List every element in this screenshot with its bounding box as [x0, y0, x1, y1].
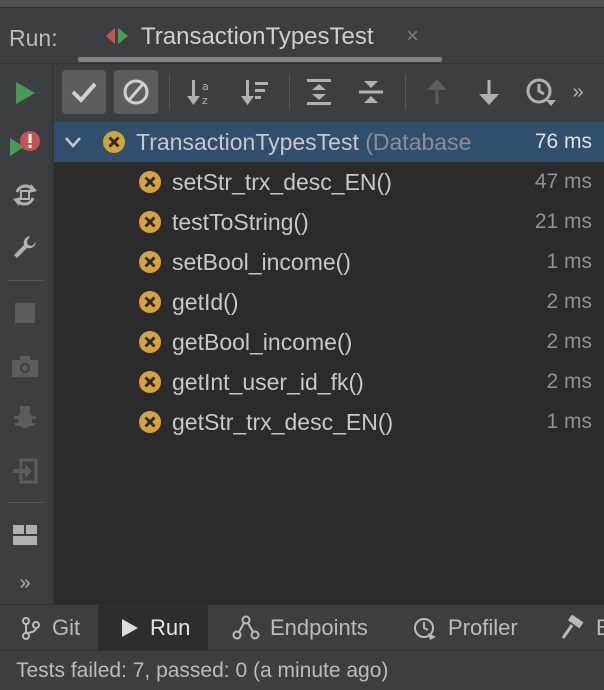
- svg-text:a: a: [202, 80, 209, 93]
- camera-icon: [8, 349, 42, 383]
- test-failed-icon: [139, 411, 161, 433]
- status-text: Tests failed: 7, passed: 0 (a minute ago…: [16, 659, 389, 682]
- left-toolbar: »: [0, 64, 53, 604]
- toolbar-more-icon[interactable]: »: [563, 70, 593, 114]
- test-time: 2 ms: [546, 370, 592, 393]
- window-top-strip: [0, 0, 604, 8]
- profiler-icon: [414, 618, 436, 640]
- test-failed-icon: [103, 131, 125, 153]
- test-row[interactable]: testToString() 21 ms: [54, 202, 604, 242]
- test-toolbar: az »: [53, 64, 604, 122]
- next-failed-icon[interactable]: [467, 70, 511, 114]
- toolbar-separator: [289, 74, 290, 110]
- endpoints-icon: [232, 615, 260, 640]
- svg-text:z: z: [202, 94, 208, 107]
- test-history-icon[interactable]: [519, 70, 563, 114]
- test-suite-title: TransactionTypesTest: [136, 129, 359, 155]
- left-toolbar-separator: [8, 280, 44, 281]
- test-row[interactable]: getId() 2 ms: [54, 282, 604, 322]
- wrench-icon[interactable]: [8, 230, 42, 264]
- test-row[interactable]: setBool_income() 1 ms: [54, 242, 604, 282]
- left-toolbar-separator: [8, 502, 44, 503]
- test-name: getBool_income(): [172, 329, 353, 355]
- test-failed-icon: [139, 331, 161, 353]
- test-row[interactable]: getStr_trx_desc_EN() 1 ms: [54, 402, 604, 442]
- tab-title: TransactionTypesTest: [141, 23, 374, 50]
- build-icon: [561, 615, 584, 639]
- test-results-tree: TransactionTypesTest (Database 76 ms set…: [54, 122, 604, 604]
- tab-git-label: Git: [52, 615, 81, 640]
- test-time: 21 ms: [534, 210, 592, 233]
- git-branch-icon: [22, 617, 40, 640]
- test-row[interactable]: getInt_user_id_fk() 2 ms: [54, 362, 604, 402]
- show-passed-icon[interactable]: [62, 70, 106, 114]
- tool-window-bar: Git Run Endpoints Profiler B: [0, 604, 604, 651]
- tab-profiler[interactable]: Profiler: [408, 605, 522, 651]
- test-name: getInt_user_id_fk(): [172, 369, 364, 395]
- tab-build[interactable]: B: [556, 605, 604, 651]
- tab-git[interactable]: Git: [14, 605, 86, 651]
- previous-failed-icon: [415, 70, 459, 114]
- tab-active-underline: [78, 57, 442, 62]
- test-failed-icon: [139, 291, 161, 313]
- tab-profiler-label: Profiler: [448, 615, 518, 640]
- test-suite-row[interactable]: TransactionTypesTest (Database 76 ms: [54, 122, 604, 162]
- test-failed-icon: [139, 251, 161, 273]
- test-suite-name: TransactionTypesTest (Database: [136, 129, 471, 156]
- test-failed-icon: [139, 371, 161, 393]
- tab-close-icon[interactable]: ×: [406, 23, 419, 49]
- tab-endpoints[interactable]: Endpoints: [228, 605, 372, 651]
- test-name: getId(): [172, 289, 239, 315]
- tab-build-label: B: [596, 615, 604, 640]
- layout-icon[interactable]: [8, 518, 42, 552]
- test-failed-icon: [139, 171, 161, 193]
- debug-icon: [8, 400, 42, 434]
- test-row[interactable]: getBool_income() 2 ms: [54, 322, 604, 362]
- toggle-auto-test-icon[interactable]: [8, 178, 42, 212]
- test-time: 1 ms: [546, 250, 592, 273]
- tab-transaction-types-test[interactable]: TransactionTypesTest ×: [78, 8, 442, 64]
- tab-run[interactable]: Run: [98, 605, 208, 651]
- chevron-down-icon[interactable]: [62, 131, 84, 153]
- test-name: setBool_income(): [172, 249, 351, 275]
- test-time: 47 ms: [534, 170, 592, 193]
- toolbar-separator: [169, 74, 170, 110]
- test-suite-detail: (Database: [365, 129, 472, 155]
- more-icon[interactable]: »: [8, 566, 42, 600]
- toolbar-separator: [405, 74, 406, 110]
- test-name: getStr_trx_desc_EN(): [172, 409, 394, 435]
- run-icon: [122, 619, 138, 637]
- stop-icon: [8, 296, 42, 330]
- test-name: setStr_trx_desc_EN(): [172, 169, 392, 195]
- expand-all-icon[interactable]: [297, 70, 341, 114]
- rerun-icon[interactable]: [8, 76, 42, 110]
- test-run-config-icon: [106, 28, 128, 44]
- test-row[interactable]: setStr_trx_desc_EN() 47 ms: [54, 162, 604, 202]
- show-ignored-icon[interactable]: [114, 70, 158, 114]
- test-name: testToString(): [172, 209, 309, 235]
- collapse-all-icon[interactable]: [349, 70, 393, 114]
- status-bar: Tests failed: 7, passed: 0 (a minute ago…: [0, 650, 604, 690]
- rerun-failed-icon[interactable]: [8, 128, 42, 162]
- run-panel-header: Run: TransactionTypesTest ×: [0, 8, 604, 64]
- exit-icon: [8, 454, 42, 488]
- tab-endpoints-label: Endpoints: [270, 615, 368, 640]
- run-label: Run:: [9, 25, 58, 51]
- test-suite-time: 76 ms: [530, 130, 592, 154]
- sort-alpha-icon[interactable]: az: [179, 70, 223, 114]
- test-time: 1 ms: [546, 410, 592, 433]
- tab-run-label: Run: [150, 615, 191, 640]
- test-time: 2 ms: [546, 290, 592, 313]
- sort-duration-icon[interactable]: [233, 70, 277, 114]
- test-time: 2 ms: [546, 330, 592, 353]
- test-failed-icon: [139, 211, 161, 233]
